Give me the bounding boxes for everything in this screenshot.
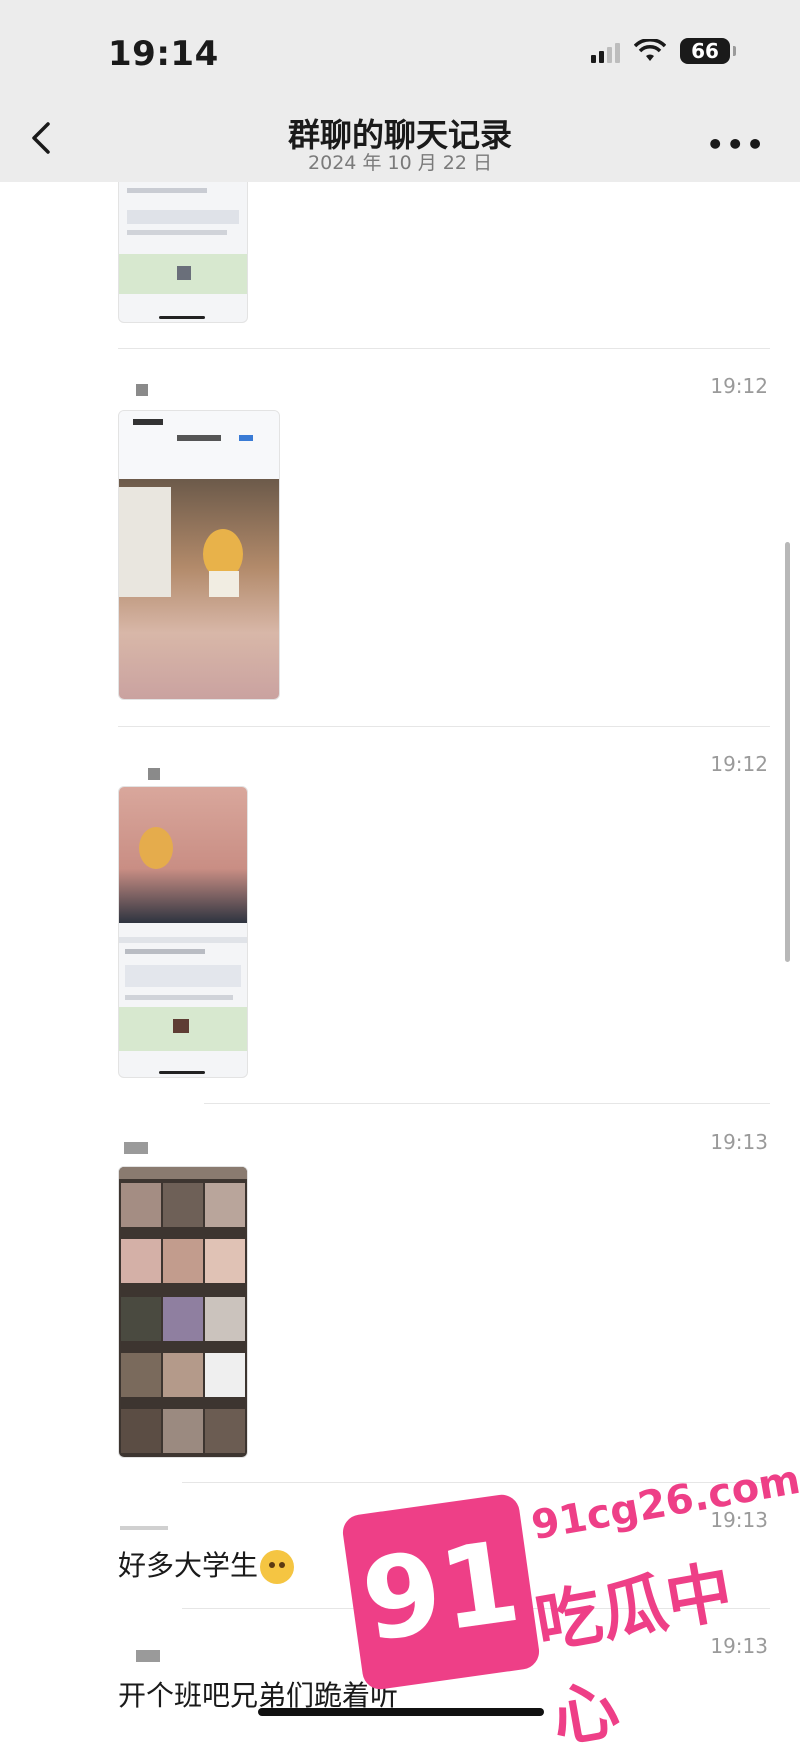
message-divider [118, 348, 770, 349]
image-thumbnail[interactable] [118, 410, 280, 700]
more-icon[interactable]: ••• [706, 128, 766, 161]
message-time: 19:12 [710, 752, 768, 776]
status-time: 19:14 [108, 34, 219, 74]
status-icons: 66 [591, 38, 736, 64]
page-subtitle: 2024 年 10 月 22 日 [308, 152, 492, 174]
cellular-signal-icon [591, 39, 620, 63]
sender-avatar-redacted [148, 768, 160, 780]
message-time: 19:13 [710, 1130, 768, 1154]
message-text-content: 好多大学生 [118, 1549, 259, 1582]
image-thumbnail-partial[interactable] [118, 182, 248, 323]
nav-bar: 19:14 66 群聊的聊天记录 2024 年 10 月 22 日 ••• [0, 0, 800, 182]
wifi-icon [634, 39, 666, 61]
image-thumbnail[interactable] [118, 1166, 248, 1458]
message-divider [118, 726, 770, 727]
message-divider [204, 1103, 770, 1104]
sender-avatar-redacted [124, 1142, 148, 1154]
sender-avatar-redacted [136, 384, 148, 396]
image-thumbnail[interactable] [118, 786, 248, 1078]
sender-avatar-redacted [120, 1526, 168, 1530]
scrollbar[interactable] [785, 542, 790, 962]
sender-avatar-redacted [136, 1650, 160, 1662]
watermark: 91 91cg26.com 吃瓜中心 [340, 1457, 800, 1757]
message-text: 好多大学生 [118, 1544, 295, 1584]
watermark-name: 吃瓜中心 [529, 1552, 739, 1758]
battery-icon: 66 [680, 38, 736, 64]
watermark-logo: 91 [340, 1492, 542, 1692]
crying-face-icon [260, 1550, 295, 1584]
message-time: 19:12 [710, 374, 768, 398]
home-indicator[interactable] [258, 1708, 544, 1716]
